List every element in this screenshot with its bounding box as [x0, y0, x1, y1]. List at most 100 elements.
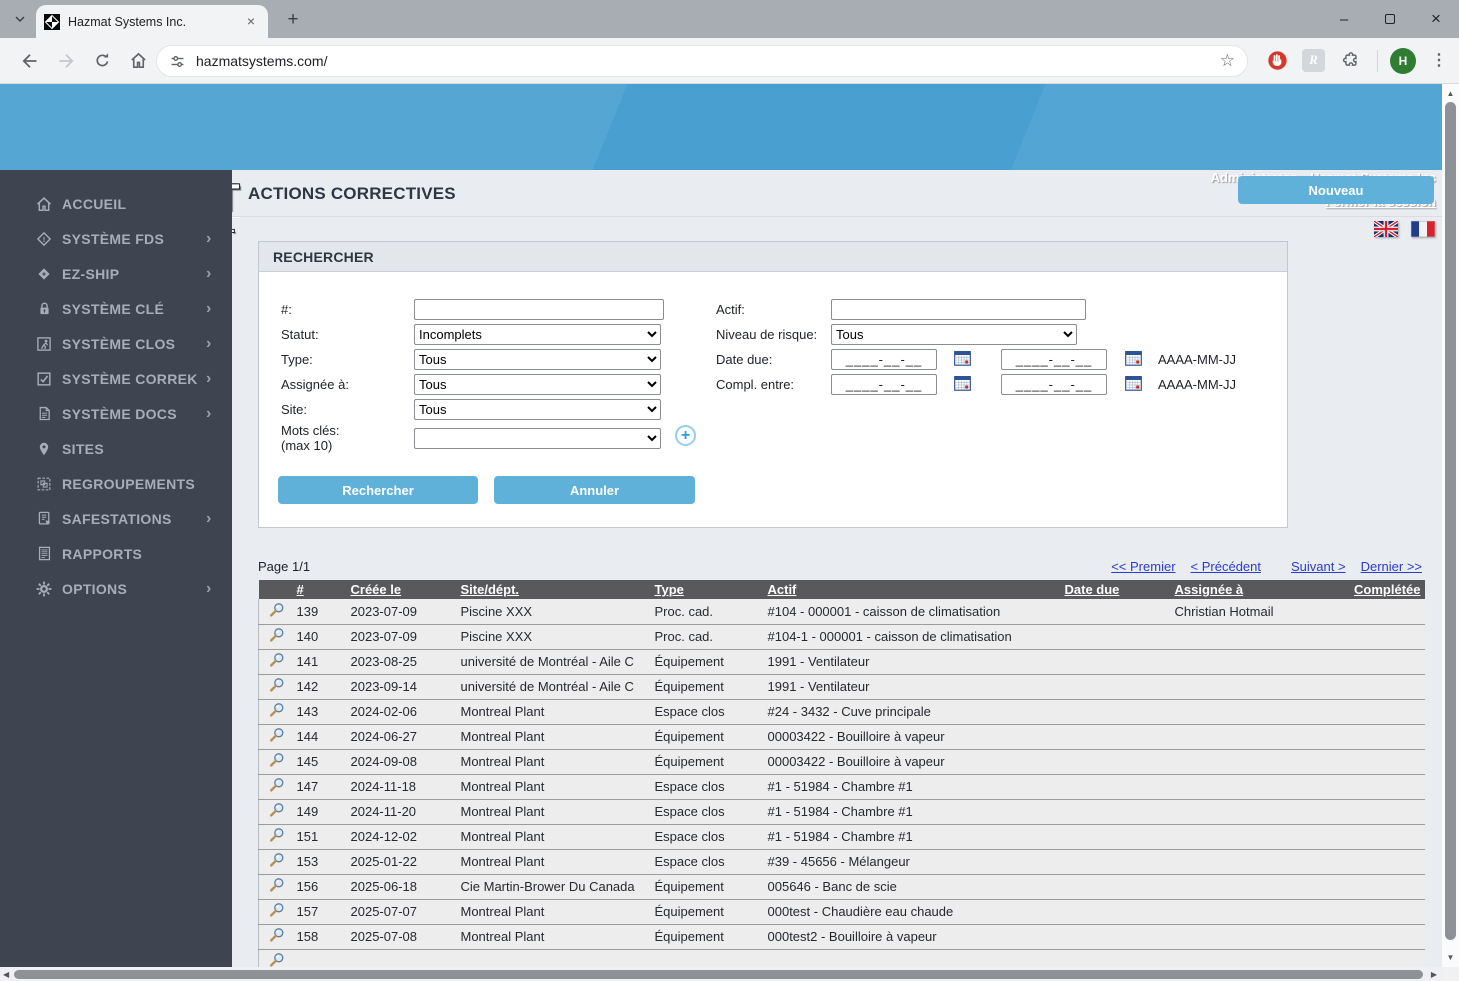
sidebar-item-sites[interactable]: SITES	[0, 431, 232, 466]
refresh-button[interactable]	[88, 47, 116, 75]
view-details-magnifier-icon[interactable]	[269, 627, 285, 646]
scroll-right-arrow-icon[interactable]: ▶	[1431, 970, 1437, 979]
scroll-left-arrow-icon[interactable]: ◀	[3, 970, 9, 979]
address-bar[interactable]: hazmatsystems.com/ ☆	[156, 45, 1248, 77]
risk-select[interactable]: Tous	[831, 324, 1077, 345]
horizontal-scrollbar[interactable]: ◀ ▶	[0, 967, 1442, 981]
actif-input[interactable]	[831, 299, 1086, 320]
search-button[interactable]: Rechercher	[278, 476, 478, 504]
chevron-right-icon: ›	[206, 265, 232, 283]
sidebar-item-safestations[interactable]: SAFESTATIONS›	[0, 501, 232, 536]
calendar-icon[interactable]	[1125, 375, 1142, 391]
calendar-icon[interactable]	[1125, 350, 1142, 366]
column-header-icon	[259, 580, 295, 599]
url-input[interactable]: hazmatsystems.com/	[196, 53, 1220, 69]
sidebar-item-systeme-docs[interactable]: SYSTÈME DOCS›	[0, 396, 232, 431]
window-maximize-button[interactable]	[1367, 0, 1413, 38]
tab-close-icon[interactable]: ×	[242, 13, 260, 31]
bookmark-star-icon[interactable]: ☆	[1220, 51, 1235, 71]
vertical-scrollbar-thumb[interactable]	[1445, 102, 1456, 940]
view-details-magnifier-icon[interactable]	[269, 852, 285, 871]
browser-tab[interactable]: Hazmat Systems Inc. ×	[36, 5, 268, 38]
table-row: 1442024-06-27Montreal PlantÉquipement000…	[259, 724, 1426, 749]
cancel-button[interactable]: Annuler	[494, 476, 695, 504]
scroll-down-arrow-icon[interactable]: ▼	[1442, 953, 1459, 962]
home-button[interactable]	[124, 47, 152, 75]
view-details-magnifier-icon[interactable]	[269, 827, 285, 846]
sidebar-item-regroupements[interactable]: REGROUPEMENTS	[0, 466, 232, 501]
search-panel-title: RECHERCHER	[273, 249, 374, 265]
calendar-icon[interactable]	[954, 375, 971, 391]
view-details-magnifier-icon[interactable]	[269, 727, 285, 746]
column-header-assignee-a[interactable]: Assignée à	[1173, 580, 1345, 599]
type-select[interactable]: Tous	[414, 349, 661, 370]
new-action-button[interactable]: Nouveau	[1238, 176, 1434, 204]
view-details-magnifier-icon[interactable]	[269, 927, 285, 946]
pagination-last-link[interactable]: Dernier >>	[1361, 559, 1422, 574]
completed-from-input[interactable]	[831, 374, 937, 395]
column-header-completee[interactable]: Complétée	[1345, 580, 1426, 599]
date-due-to-input[interactable]	[1001, 349, 1107, 370]
calendar-icon[interactable]	[954, 350, 971, 366]
pagination-first-link[interactable]: << Premier	[1111, 559, 1175, 574]
refresh-icon	[93, 51, 112, 70]
view-details-magnifier-icon[interactable]	[269, 652, 285, 671]
assignee-select[interactable]: Tous	[414, 374, 661, 395]
column-header-date-due[interactable]: Date due	[1063, 580, 1173, 599]
column-header-site-dept[interactable]: Site/dépt.	[459, 580, 653, 599]
view-details-magnifier-icon[interactable]	[269, 877, 285, 896]
profile-avatar[interactable]: H	[1390, 48, 1416, 74]
tab-search-button[interactable]	[8, 7, 32, 31]
sidebar-item-accueil[interactable]: ACCUEIL	[0, 186, 232, 221]
pagination-prev-link[interactable]: < Précédent	[1191, 559, 1261, 574]
statut-select[interactable]: Incomplets	[414, 324, 661, 345]
forward-button[interactable]	[52, 47, 80, 75]
sidebar-item-ez-ship[interactable]: EZ-SHIP›	[0, 256, 232, 291]
cell-type: Équipement	[653, 924, 766, 949]
back-arrow-icon	[20, 51, 40, 71]
sidebar-item-rapports[interactable]: RAPPORTS	[0, 536, 232, 571]
view-details-magnifier-icon[interactable]	[269, 902, 285, 921]
completed-to-input[interactable]	[1001, 374, 1107, 395]
window-close-button[interactable]: ×	[1413, 0, 1459, 38]
table-row: 1582025-07-08Montreal PlantÉquipement000…	[259, 924, 1426, 949]
view-details-magnifier-icon[interactable]	[269, 602, 285, 621]
cell-site: Montreal Plant	[459, 849, 653, 874]
sidebar-item-options[interactable]: OPTIONS›	[0, 571, 232, 606]
view-details-magnifier-icon[interactable]	[269, 702, 285, 721]
cell-completed	[1345, 924, 1426, 949]
horizontal-scrollbar-thumb[interactable]	[14, 970, 1423, 979]
extensions-button[interactable]	[1336, 47, 1364, 75]
r-extension-button[interactable]: R	[1302, 49, 1325, 72]
column-header-[interactable]: #	[295, 580, 349, 599]
sidebar-item-systeme-correk[interactable]: SYSTÈME CORREK›	[0, 361, 232, 396]
view-details-magnifier-icon[interactable]	[269, 952, 285, 967]
view-details-magnifier-icon[interactable]	[269, 802, 285, 821]
cell-num: 142	[295, 674, 349, 699]
new-tab-button[interactable]: +	[280, 7, 306, 33]
browser-menu-button[interactable]: ⋮	[1429, 49, 1449, 73]
cell-completed	[1345, 899, 1426, 924]
add-keyword-plus-icon[interactable]: +	[675, 425, 696, 446]
vertical-scrollbar[interactable]: ▲ ▼	[1442, 84, 1459, 967]
sidebar-item-systeme-clos[interactable]: SYSTÈME CLOS›	[0, 326, 232, 361]
column-header-creee-le[interactable]: Créée le	[349, 580, 459, 599]
column-header-actif[interactable]: Actif	[766, 580, 1063, 599]
back-button[interactable]	[16, 47, 44, 75]
view-details-magnifier-icon[interactable]	[269, 752, 285, 771]
view-details-magnifier-icon[interactable]	[269, 677, 285, 696]
pagination-next-link[interactable]: Suivant >	[1291, 559, 1346, 574]
sidebar-item-systeme-cle[interactable]: SYSTÈME CLÉ›	[0, 291, 232, 326]
view-details-magnifier-icon[interactable]	[269, 777, 285, 796]
column-header-type[interactable]: Type	[653, 580, 766, 599]
sidebar-item-systeme-fds[interactable]: !SYSTÈME FDS›	[0, 221, 232, 256]
cell-num: 153	[295, 849, 349, 874]
cell-date_due	[1063, 724, 1173, 749]
number-input[interactable]	[414, 299, 664, 320]
adblock-extension-button[interactable]	[1263, 47, 1291, 75]
scroll-up-arrow-icon[interactable]: ▲	[1442, 89, 1459, 98]
keywords-select[interactable]	[414, 428, 661, 449]
date-due-from-input[interactable]	[831, 349, 937, 370]
window-minimize-button[interactable]: –	[1321, 0, 1367, 38]
site-select[interactable]: Tous	[414, 399, 661, 420]
